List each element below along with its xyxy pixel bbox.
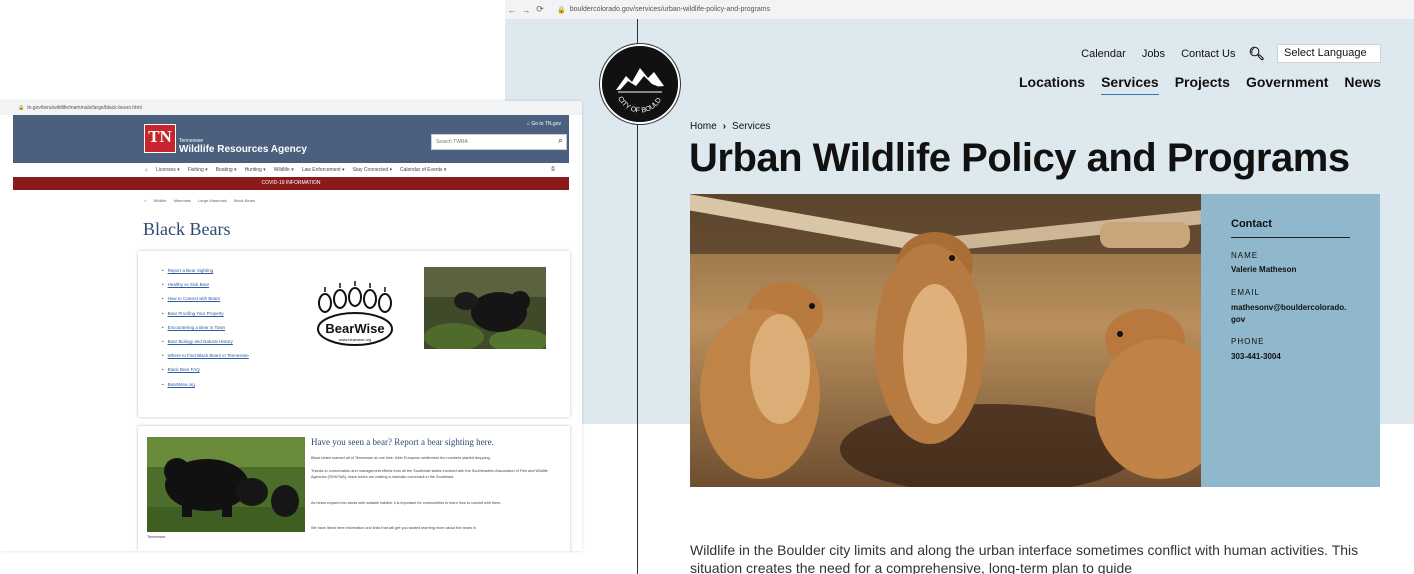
breadcrumb-item[interactable]: Wildlife <box>154 198 167 203</box>
main-nav: Locations Services Projects Government N… <box>1003 74 1381 95</box>
list-item[interactable]: Report a Bear Sighting <box>162 268 249 282</box>
agency-name[interactable]: Wildlife Resources Agency <box>179 144 307 155</box>
svg-text:www.bearwise.org: www.bearwise.org <box>339 337 371 342</box>
email-label: EMAIL <box>1231 288 1261 297</box>
home-icon[interactable]: ⌂ <box>144 198 146 203</box>
forward-arrow-icon[interactable]: → <box>519 5 533 15</box>
contact-heading: Contact <box>1231 218 1272 230</box>
twra-window: 🔒 tn.gov/twra/wildlife/mammals/large/bla… <box>0 101 582 551</box>
contact-phone[interactable]: 303-441-3004 <box>1231 351 1361 363</box>
page-title: Urban Wildlife Policy and Programs <box>689 136 1350 180</box>
back-arrow-icon[interactable]: ← <box>505 5 519 15</box>
paragraph: Thanks to conservation and management ef… <box>311 469 548 479</box>
nav-law-enforcement[interactable]: Law Enforcement ▾ <box>302 167 345 173</box>
contact-card: Contact NAME Valerie Matheson EMAIL math… <box>1201 194 1380 487</box>
breadcrumb-item[interactable]: Large Mammals <box>198 198 227 203</box>
list-item[interactable]: How to Coexist with Bears <box>162 296 249 310</box>
bear-family-photo <box>147 437 305 532</box>
nav-fishing[interactable]: Fishing ▾ <box>188 167 208 173</box>
browser-toolbar: ← → ⟳ 🔒 bouldercolorado.gov/services/urb… <box>505 0 1414 19</box>
search-input[interactable]: Search TWRA ⌕ <box>431 134 567 150</box>
bearwise-logo[interactable]: BearWise www.bearwise.org <box>311 277 397 349</box>
sighting-card: Have you seen a bear? Report a bear sigh… <box>138 426 570 551</box>
breadcrumb-home[interactable]: Home <box>690 121 717 132</box>
page-title: Black Bears <box>143 219 231 239</box>
lock-icon: 🔒 <box>557 6 566 14</box>
intro-paragraph: Wildlife in the Boulder city limits and … <box>690 542 1359 574</box>
nav-services[interactable]: Services <box>1101 74 1159 95</box>
prairie-dogs-photo <box>690 194 1201 487</box>
reload-icon[interactable]: ⟳ <box>533 4 547 15</box>
city-logo[interactable]: CITY OF BOULDER <box>600 44 680 124</box>
list-item[interactable]: Black Bear FAQ <box>162 367 249 381</box>
breadcrumb-item[interactable]: Mammals <box>174 198 191 203</box>
paragraph: Black bears roamed all of Tennessee at o… <box>311 456 491 460</box>
boulder-window: ← → ⟳ 🔒 bouldercolorado.gov/services/urb… <box>505 0 1414 574</box>
svg-text:BearWise: BearWise <box>325 321 384 336</box>
utility-nav: Calendar Jobs Contact Us 🔍︎ Select Langu… <box>1065 44 1381 63</box>
search-placeholder: Search TWRA <box>436 139 468 145</box>
paragraph: As bears expand into areas with suitable… <box>311 501 502 505</box>
jobs-link[interactable]: Jobs <box>1142 48 1165 60</box>
breadcrumb-services[interactable]: Services <box>732 121 770 132</box>
contact-us-link[interactable]: Contact Us <box>1181 48 1235 60</box>
breadcrumb: ⌂ Wildlife Mammals Large Mammals Black B… <box>144 198 261 203</box>
list-item[interactable]: Bear Proofing Your Property <box>162 311 249 325</box>
tn-logo[interactable]: TN <box>144 124 176 153</box>
contact-email[interactable]: mathesonv@bouldercolorado. gov <box>1231 302 1361 326</box>
address-bar[interactable]: bouldercolorado.gov/services/urban-wildl… <box>570 6 770 13</box>
site-header: TN Tennessee Wildlife Resources Agency ⌂… <box>13 115 569 163</box>
contact-divider <box>1231 237 1350 238</box>
resource-links: Report a Bear Sighting Healthy vs Sick B… <box>162 268 249 396</box>
chevron-right-icon: › <box>722 121 727 132</box>
address-bar[interactable]: tn.gov/twra/wildlife/mammals/large/black… <box>27 105 141 111</box>
list-item[interactable]: Healthy vs Sick Bear <box>162 282 249 296</box>
sighting-heading[interactable]: Have you seen a bear? Report a bear sigh… <box>311 437 494 447</box>
search-icon[interactable]: 🔍︎ <box>1248 46 1265 62</box>
calendar-link[interactable]: Calendar <box>1081 48 1126 60</box>
nav-government[interactable]: Government <box>1246 74 1328 95</box>
language-select[interactable]: Select Language <box>1277 44 1381 63</box>
bear-photo <box>424 267 546 349</box>
lock-icon: 🔒 <box>18 105 25 111</box>
nav-licenses[interactable]: Licenses ▾ <box>156 167 180 173</box>
nav-hunting[interactable]: Hunting ▾ <box>245 167 266 173</box>
nav-news[interactable]: News <box>1344 74 1381 95</box>
search-icon[interactable]: ⌕ <box>558 135 563 146</box>
nav-stay-connected[interactable]: Stay Connected ▾ <box>353 167 392 173</box>
list-item[interactable]: Encountering a Bear in Town <box>162 325 249 339</box>
list-item[interactable]: Where to Find Black Bears in Tennessee <box>162 353 249 367</box>
nav-boating[interactable]: Boating ▾ <box>216 167 237 173</box>
contact-name: Valerie Matheson <box>1231 265 1297 274</box>
links-card: Report a Bear Sighting Healthy vs Sick B… <box>138 251 570 417</box>
paragraph: We have listed here information and link… <box>311 526 476 530</box>
nav-locations[interactable]: Locations <box>1019 74 1085 95</box>
breadcrumb-item: Black Bears <box>233 198 256 203</box>
nav-wildlife[interactable]: Wildlife ▾ <box>274 167 294 173</box>
list-item[interactable]: Bear Biology and Natural History <box>162 339 249 353</box>
breadcrumb: Home › Services <box>690 121 770 132</box>
paragraph-tail: Tennessee. <box>147 535 167 539</box>
phone-label: PHONE <box>1231 337 1265 346</box>
home-icon[interactable]: ⌂ <box>145 167 148 173</box>
list-item[interactable]: BearWise.org <box>162 382 249 396</box>
nav-calendar[interactable]: Calendar of Events ▾ <box>400 167 446 173</box>
covid-banner[interactable]: COVID-19 INFORMATION <box>13 177 569 190</box>
main-nav: ⌂ Licenses ▾ Fishing ▾ Boating ▾ Hunting… <box>13 163 569 177</box>
tngov-link[interactable]: ⌂ Go to TN.gov <box>527 121 561 127</box>
name-label: NAME <box>1231 251 1259 260</box>
nav-projects[interactable]: Projects <box>1175 74 1230 95</box>
browser-toolbar: 🔒 tn.gov/twra/wildlife/mammals/large/bla… <box>0 101 582 115</box>
print-icon[interactable]: ⎙ <box>551 166 555 172</box>
